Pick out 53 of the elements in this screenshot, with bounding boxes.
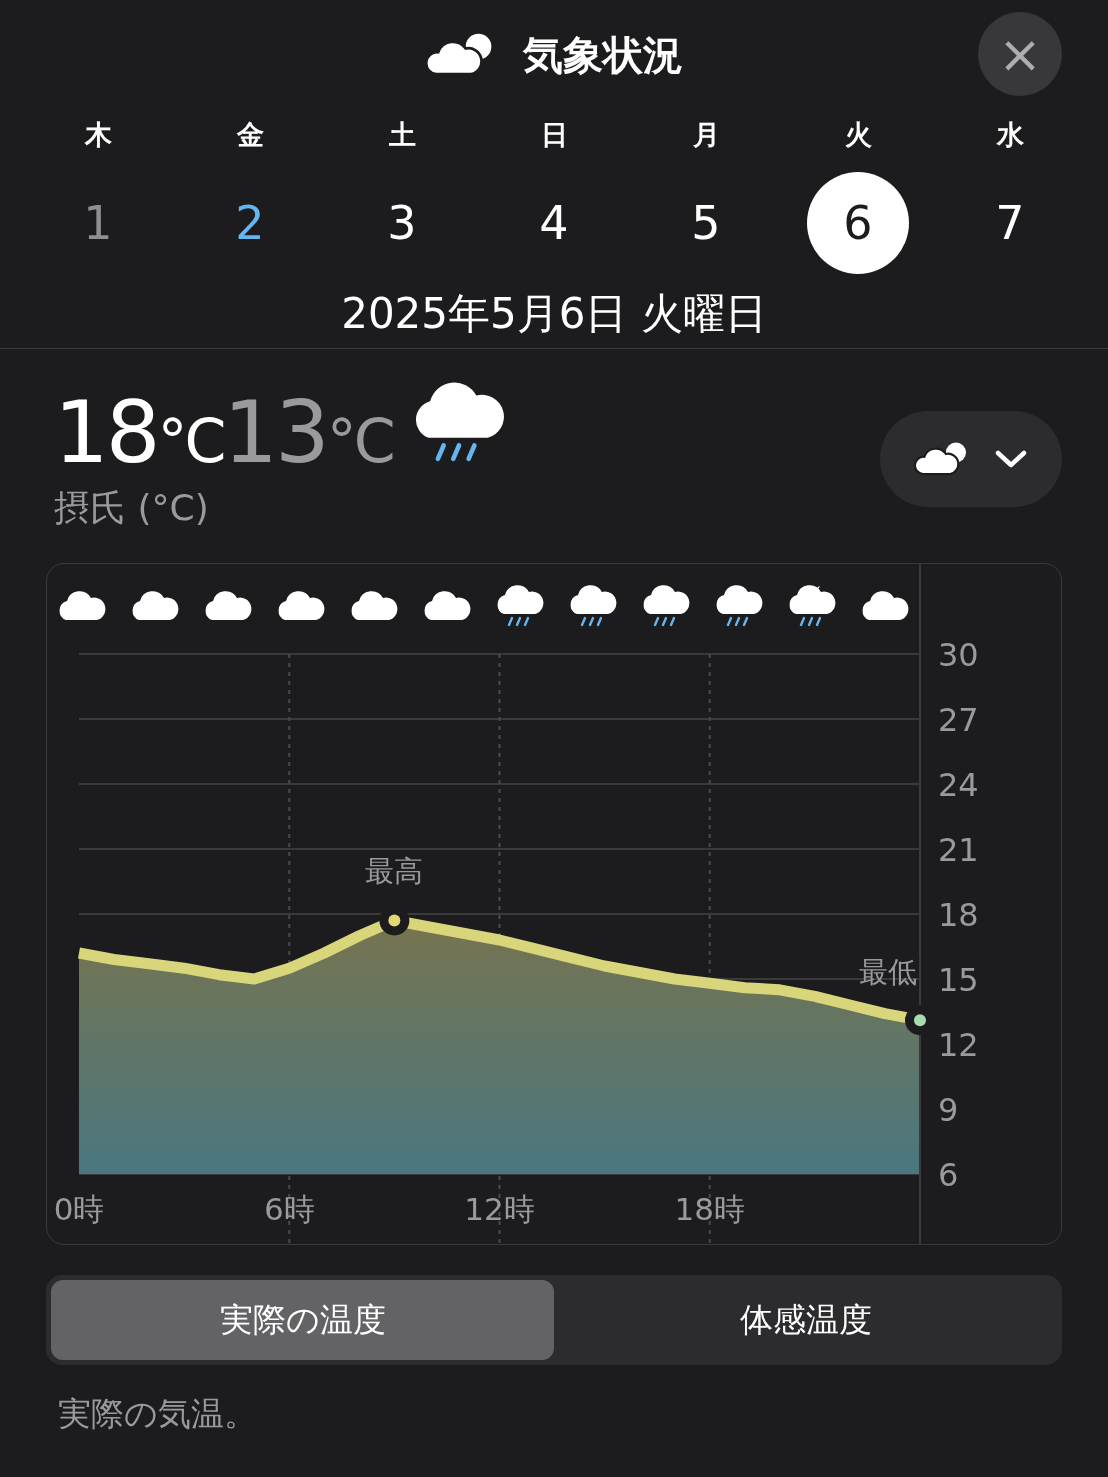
- date-button[interactable]: 7: [959, 172, 1061, 274]
- date-button[interactable]: 1: [47, 172, 149, 274]
- cloud-icon: [351, 591, 398, 620]
- window-title: 気象状況: [523, 31, 683, 80]
- weekday-label: 木: [84, 117, 112, 152]
- date-button[interactable]: 3: [351, 172, 453, 274]
- cloud-icon: [278, 591, 325, 620]
- weekday-label: 土: [388, 117, 416, 152]
- date-button[interactable]: 2: [199, 172, 301, 274]
- axis-label: 27: [938, 701, 979, 739]
- selected-date: 2025年5月6日 火曜日: [341, 288, 767, 340]
- rain-cloud-icon: [716, 585, 763, 627]
- date-button[interactable]: 4: [503, 172, 605, 274]
- axis-label: 15: [938, 961, 979, 999]
- date-button[interactable]: 6: [807, 172, 909, 274]
- cloud-icon: [424, 591, 471, 620]
- rain-cloud-icon: [570, 585, 617, 627]
- description-text: 実際の気温。: [58, 1393, 258, 1435]
- axis-label: 12: [938, 1026, 979, 1064]
- axis-label: 24: [938, 766, 979, 804]
- rain-cloud-icon: [497, 585, 544, 627]
- segment-tab[interactable]: 体感温度: [554, 1280, 1057, 1360]
- rain-cloud-icon: [643, 585, 690, 627]
- point-marker: [388, 914, 401, 927]
- high-temperature: 18°C: [54, 389, 224, 475]
- segment-tab[interactable]: 実際の温度: [51, 1280, 554, 1360]
- weekday-label: 月: [692, 117, 720, 152]
- weekday-label: 金: [236, 117, 264, 152]
- weekday-label: 水: [996, 117, 1024, 152]
- chevron-down-icon: [994, 448, 1028, 470]
- axis-label: 6時: [263, 1191, 315, 1227]
- weekday-label: 日: [540, 117, 568, 152]
- axis-label: 18: [938, 896, 979, 934]
- axis-label: 18時: [674, 1191, 745, 1227]
- low-temperature: 13°C: [223, 389, 393, 475]
- unit-label: 摂氏 (°C): [54, 486, 210, 530]
- cloud-icon: [205, 591, 252, 620]
- cloud-icon: [862, 591, 909, 620]
- moon-cloud-rain-icon: [789, 585, 836, 627]
- axis-label: 21: [938, 831, 979, 869]
- close-button[interactable]: ×: [978, 12, 1062, 96]
- axis-label: 30: [938, 636, 979, 674]
- weekday-label: 火: [844, 117, 872, 152]
- annotation-label: 最低: [859, 955, 917, 990]
- cloud-icon: [59, 591, 106, 620]
- axis-label: 6: [938, 1156, 959, 1194]
- axis-label: 0時: [53, 1191, 105, 1227]
- axis-label: 12時: [464, 1191, 535, 1227]
- point-marker: [914, 1014, 926, 1027]
- cloud-icon: [132, 591, 179, 620]
- annotation-label: 最高: [365, 853, 424, 888]
- date-button[interactable]: 5: [655, 172, 757, 274]
- axis-label: 9: [938, 1091, 959, 1129]
